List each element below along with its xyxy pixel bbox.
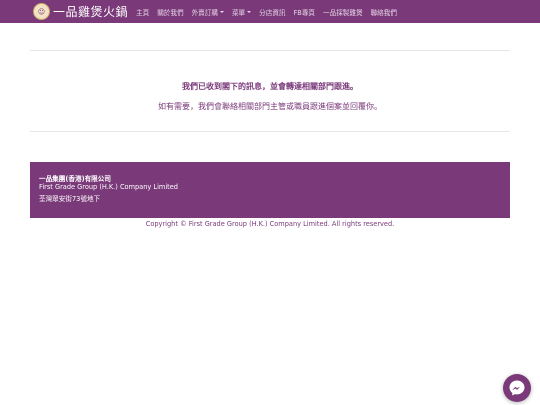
nav-item-menu[interactable]: 菜單 (232, 7, 252, 17)
chevron-down-icon (219, 10, 224, 13)
brand-name: 一品雞煲火鍋 (53, 5, 129, 19)
nav-menu: 主頁 關於我們 外賣訂購 菜單 分店資訊 FB專頁 一品採製雞煲 聯絡我們 (136, 7, 405, 17)
footer-panel: 一品集團(香港)有限公司 First Grade Group (H.K.) Co… (30, 162, 510, 218)
nav-item-home[interactable]: 主頁 (136, 7, 149, 17)
footer-address: 荃灣眾安街73號地下 (39, 195, 101, 203)
chef-logo-icon: ☺ (33, 3, 50, 20)
divider-bottom (30, 131, 510, 132)
top-navbar: ☺ 一品雞煲火鍋 主頁 關於我們 外賣訂購 菜單 分店資訊 FB專頁 一品採製雞… (0, 0, 540, 23)
confirmation-message: 我們已收到閣下的訊息，並會轉達相關部門跟進。 (182, 82, 358, 91)
brand-logo[interactable]: ☺ 一品雞煲火鍋 (33, 3, 128, 20)
nav-item-products[interactable]: 一品採製雞煲 (323, 7, 363, 17)
copyright-text: Copyright © First Grade Group (H.K.) Com… (145, 220, 395, 228)
chevron-down-icon (247, 10, 252, 13)
nav-item-facebook[interactable]: FB專頁 (294, 7, 316, 17)
messenger-icon (509, 380, 525, 396)
nav-item-takeaway[interactable]: 外賣訂購 (192, 7, 224, 17)
nav-item-branches[interactable]: 分店資訊 (259, 7, 285, 17)
nav-item-about[interactable]: 關於我們 (157, 7, 183, 17)
footer-company-english: First Grade Group (H.K.) Company Limited (39, 183, 178, 191)
nav-item-contact[interactable]: 聯絡我們 (371, 7, 397, 17)
divider-top (30, 50, 510, 51)
footer-company-name: 一品集團(香港)有限公司 (39, 175, 111, 183)
messenger-chat-button[interactable] (503, 374, 531, 402)
follow-up-message: 如有需要，我們會聯絡相關部門主管或職員跟進個案並回覆你。 (158, 102, 382, 111)
